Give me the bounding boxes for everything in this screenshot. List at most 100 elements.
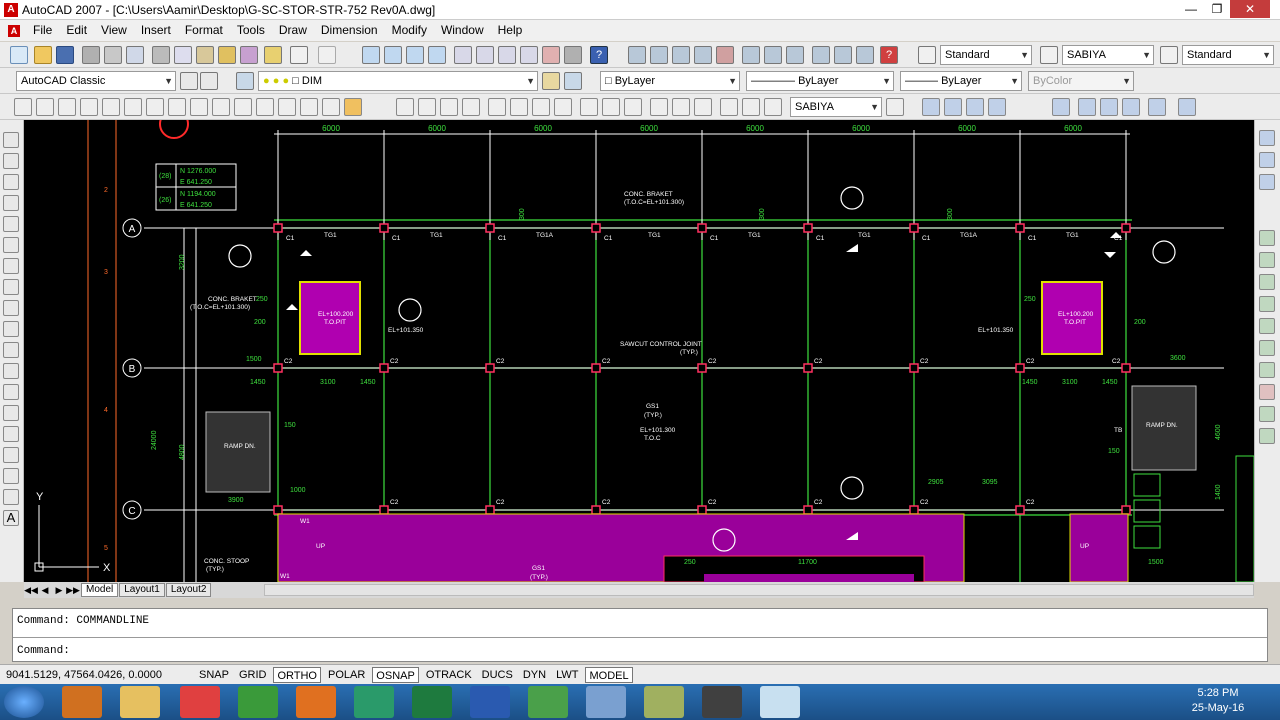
tab-layout1[interactable]: Layout1 bbox=[119, 583, 165, 597]
snap-endpoint-icon[interactable] bbox=[650, 46, 668, 64]
menu-dimension[interactable]: Dimension bbox=[314, 20, 385, 41]
view-3d-icon[interactable] bbox=[1052, 98, 1070, 116]
calculator-icon[interactable] bbox=[564, 46, 582, 64]
sheet-set-icon[interactable] bbox=[520, 46, 538, 64]
table-style-select[interactable]: Standard ▼ bbox=[1182, 45, 1274, 65]
lineweight-select[interactable]: ——— ByLayer ▼ bbox=[900, 71, 1022, 91]
coordinate-readout[interactable]: 9041.5129, 47564.0426, 0.0000 bbox=[0, 669, 196, 681]
view-right-icon[interactable] bbox=[1148, 98, 1166, 116]
spline-icon[interactable] bbox=[3, 300, 19, 316]
revision-cloud-icon[interactable] bbox=[3, 279, 19, 295]
stretch-icon[interactable] bbox=[190, 98, 208, 116]
snap-none-icon[interactable]: ? bbox=[880, 46, 898, 64]
make-block-icon[interactable] bbox=[3, 384, 19, 400]
save-icon[interactable] bbox=[56, 46, 74, 64]
drawing-canvas[interactable]: 6000 6000 6000 6000 6000 6000 6000 6000 … bbox=[24, 120, 1254, 582]
offset-icon[interactable] bbox=[80, 98, 98, 116]
snap-node-icon[interactable] bbox=[856, 46, 874, 64]
polyline-icon[interactable] bbox=[3, 174, 19, 190]
zoom-realtime-icon[interactable] bbox=[384, 46, 402, 64]
modify-tool-icon[interactable] bbox=[1259, 252, 1275, 268]
view-front-icon[interactable] bbox=[1178, 98, 1196, 116]
color-select[interactable]: □ ByLayer ▼ bbox=[600, 71, 740, 91]
view-top-icon[interactable] bbox=[1078, 98, 1096, 116]
app-icon[interactable] bbox=[702, 686, 742, 718]
circle-icon[interactable] bbox=[3, 258, 19, 274]
menu-file[interactable]: File bbox=[26, 20, 59, 41]
first-tab-icon[interactable]: ◀◀ bbox=[24, 585, 38, 596]
trim-icon[interactable] bbox=[212, 98, 230, 116]
polygon-icon[interactable] bbox=[3, 195, 19, 211]
join-icon[interactable] bbox=[278, 98, 296, 116]
zoom-window-icon[interactable] bbox=[406, 46, 424, 64]
grid-toggle[interactable]: GRID bbox=[236, 667, 270, 683]
arc-icon[interactable] bbox=[3, 237, 19, 253]
document-icon[interactable]: A bbox=[8, 24, 20, 37]
draworder-front-icon[interactable] bbox=[922, 98, 940, 116]
calculator-icon[interactable] bbox=[586, 686, 626, 718]
print-icon[interactable] bbox=[82, 46, 100, 64]
design-center-icon[interactable] bbox=[476, 46, 494, 64]
file-explorer-icon[interactable] bbox=[120, 686, 160, 718]
modify-tool-icon[interactable] bbox=[1259, 428, 1275, 444]
construction-line-icon[interactable] bbox=[3, 153, 19, 169]
horizontal-scrollbar[interactable] bbox=[264, 584, 1254, 596]
snap-tangent-icon[interactable] bbox=[812, 46, 830, 64]
dim-ordinate-icon[interactable] bbox=[462, 98, 480, 116]
rectangle-icon[interactable] bbox=[3, 216, 19, 232]
workspace-select[interactable]: AutoCAD Classic ▼ bbox=[16, 71, 176, 91]
table-icon[interactable] bbox=[3, 489, 19, 505]
erase-icon[interactable] bbox=[14, 98, 32, 116]
snap-perpendicular-icon[interactable] bbox=[834, 46, 852, 64]
center-mark-icon[interactable] bbox=[694, 98, 712, 116]
model-toggle[interactable]: MODEL bbox=[585, 666, 633, 683]
array-icon[interactable] bbox=[102, 98, 120, 116]
menu-draw[interactable]: Draw bbox=[272, 20, 314, 41]
quick-dim-icon[interactable] bbox=[580, 98, 598, 116]
modify-tool-icon[interactable] bbox=[1259, 406, 1275, 422]
tab-model[interactable]: Model bbox=[81, 583, 119, 597]
dist-icon[interactable] bbox=[628, 46, 646, 64]
mirror-icon[interactable] bbox=[58, 98, 76, 116]
insert-block-icon[interactable] bbox=[3, 363, 19, 379]
modify-tool-icon[interactable] bbox=[1259, 384, 1275, 400]
dim-update-icon[interactable] bbox=[764, 98, 782, 116]
menu-view[interactable]: View bbox=[94, 20, 134, 41]
otrack-toggle[interactable]: OTRACK bbox=[423, 667, 475, 683]
menu-edit[interactable]: Edit bbox=[59, 20, 94, 41]
workspace-settings-icon[interactable] bbox=[180, 72, 198, 90]
ellipse-arc-icon[interactable] bbox=[3, 342, 19, 358]
app-icon[interactable] bbox=[354, 686, 394, 718]
block-editor-icon[interactable] bbox=[240, 46, 258, 64]
media-player-icon[interactable] bbox=[296, 686, 336, 718]
last-tab-icon[interactable]: ▶▶ bbox=[66, 585, 80, 596]
layer-previous-icon[interactable] bbox=[564, 72, 582, 90]
view-left-icon[interactable] bbox=[1122, 98, 1140, 116]
view-tool-icon[interactable] bbox=[1259, 130, 1275, 146]
point-icon[interactable] bbox=[3, 405, 19, 421]
dim-style-select[interactable]: SABIYA ▼ bbox=[1062, 45, 1154, 65]
dim-angular-icon[interactable] bbox=[554, 98, 572, 116]
copy-icon[interactable] bbox=[174, 46, 192, 64]
modify-tool-icon[interactable] bbox=[1259, 318, 1275, 334]
dim-jogged-icon[interactable] bbox=[510, 98, 528, 116]
dim-diameter-icon[interactable] bbox=[532, 98, 550, 116]
tool-palettes-icon[interactable] bbox=[498, 46, 516, 64]
lwt-toggle[interactable]: LWT bbox=[553, 667, 581, 683]
plot-preview-icon[interactable] bbox=[104, 46, 122, 64]
new-file-icon[interactable] bbox=[10, 46, 28, 64]
utorrent-icon[interactable] bbox=[528, 686, 568, 718]
paste-icon[interactable] bbox=[196, 46, 214, 64]
dim-edit-icon[interactable] bbox=[720, 98, 738, 116]
snap-extension-icon[interactable] bbox=[742, 46, 760, 64]
command-panel[interactable]: Command: COMMANDLINE Command: bbox=[12, 608, 1268, 662]
dim-arc-icon[interactable] bbox=[440, 98, 458, 116]
modify-tool-icon[interactable] bbox=[1259, 230, 1275, 246]
dim-style-icon[interactable] bbox=[1040, 46, 1058, 64]
publish-icon[interactable] bbox=[126, 46, 144, 64]
zoom-previous-icon[interactable] bbox=[428, 46, 446, 64]
menu-help[interactable]: Help bbox=[491, 20, 530, 41]
explode-icon[interactable] bbox=[344, 98, 362, 116]
extend-icon[interactable] bbox=[234, 98, 252, 116]
linetype-select[interactable]: ———— ByLayer ▼ bbox=[746, 71, 894, 91]
